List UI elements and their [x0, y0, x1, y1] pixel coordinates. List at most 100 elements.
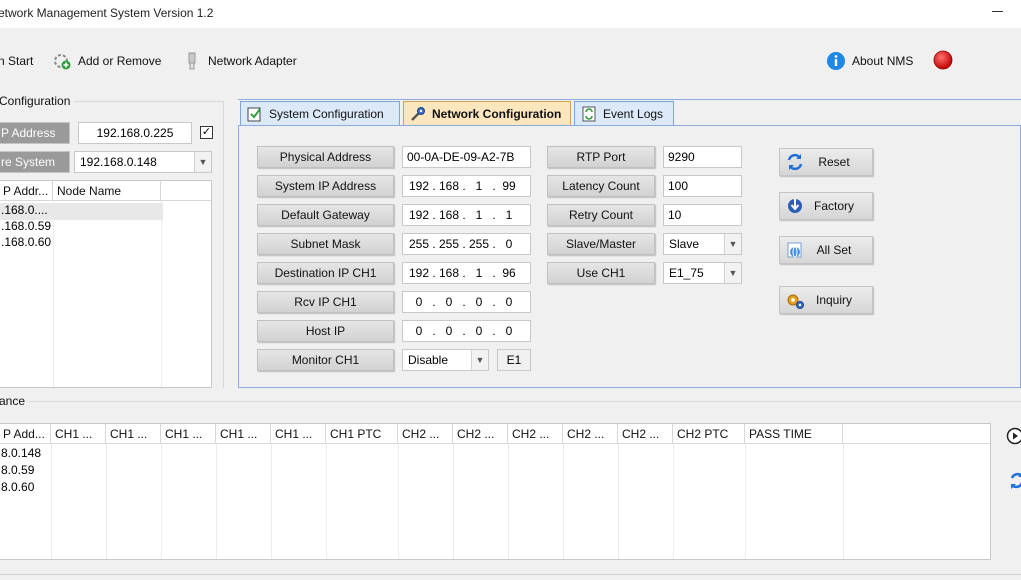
- chevron-down-icon: ▼: [194, 152, 211, 172]
- start-button[interactable]: n Start: [0, 50, 33, 72]
- network-adapter-icon: [182, 51, 202, 71]
- monitor-select[interactable]: Disable ▼: [402, 349, 489, 371]
- slave-master-label[interactable]: Slave/Master: [547, 233, 655, 255]
- rcv-ip-label[interactable]: Rcv IP CH1: [257, 291, 394, 313]
- ip-octet: 168: [438, 208, 460, 222]
- network-adapter-button[interactable]: Network Adapter: [182, 50, 297, 72]
- physical-address-field[interactable]: 00-0A-DE-09-A2-7B: [402, 146, 531, 168]
- tab-system-configuration[interactable]: System Configuration: [240, 101, 400, 125]
- network-adapter-label: Network Adapter: [208, 54, 297, 68]
- node-row-ip: .168.0.60: [1, 235, 52, 249]
- node-list[interactable]: P Addr... Node Name .168.0.... .168.0.59…: [0, 180, 212, 388]
- config-group-right-border: [223, 101, 224, 388]
- ip-octet: 1: [475, 179, 483, 193]
- use-ch-label[interactable]: Use CH1: [547, 262, 655, 284]
- system-select[interactable]: 192.168.0.148 ▼: [74, 151, 212, 173]
- ip-octet: 99: [502, 179, 516, 193]
- perf-col[interactable]: CH1 ...: [161, 424, 216, 444]
- perf-col[interactable]: CH2 ...: [398, 424, 453, 444]
- all-set-button[interactable]: All Set: [779, 236, 873, 264]
- ip-address-button[interactable]: P Address: [0, 122, 70, 144]
- latency-count-label[interactable]: Latency Count: [547, 175, 655, 197]
- rtp-port-field[interactable]: 9290: [663, 146, 742, 168]
- play-icon[interactable]: [1006, 427, 1021, 445]
- destination-ip-field[interactable]: 192. 168. 1. 96: [402, 262, 531, 284]
- system-button[interactable]: re System: [0, 151, 70, 173]
- default-gateway-field[interactable]: 192. 168. 1. 1: [402, 204, 531, 226]
- monitor-label[interactable]: Monitor CH1: [257, 349, 394, 371]
- perf-col[interactable]: CH1 ...: [216, 424, 271, 444]
- node-row[interactable]: .168.0....: [0, 203, 163, 220]
- tab-network-configuration[interactable]: Network Configuration: [403, 101, 571, 125]
- ip-octet: 168: [438, 179, 460, 193]
- stop-icon[interactable]: [933, 50, 953, 70]
- latency-count-field[interactable]: 100: [663, 175, 742, 197]
- perf-col-ip[interactable]: P Add...: [0, 424, 51, 444]
- system-ip-field[interactable]: 192. 168. 1. 99: [402, 175, 531, 197]
- rcv-ip-field[interactable]: 0. 0. 0. 0: [402, 291, 531, 313]
- slave-master-select[interactable]: Slave ▼: [663, 233, 742, 255]
- perf-col[interactable]: CH2 PTC: [673, 424, 745, 444]
- chevron-down-icon: ▼: [724, 263, 741, 283]
- subnet-mask-field[interactable]: 255. 255. 255. 0: [402, 233, 531, 255]
- perf-col[interactable]: CH1 ...: [106, 424, 161, 444]
- retry-count-label[interactable]: Retry Count: [547, 204, 655, 226]
- ip-octet: 1: [475, 266, 483, 280]
- factory-button[interactable]: Factory: [779, 192, 873, 220]
- node-row[interactable]: .168.0.60: [0, 235, 51, 252]
- reset-button[interactable]: Reset: [779, 148, 873, 176]
- perf-col[interactable]: CH2 ...: [618, 424, 673, 444]
- network-wrench-icon: [410, 106, 426, 122]
- perf-col[interactable]: CH2 ...: [508, 424, 563, 444]
- host-ip-field[interactable]: 0. 0. 0. 0: [402, 320, 531, 342]
- add-remove-label: Add or Remove: [78, 54, 162, 68]
- ip-octet: 0: [445, 324, 453, 338]
- physical-address-label[interactable]: Physical Address: [257, 146, 394, 168]
- rtp-port-label[interactable]: RTP Port: [547, 146, 655, 168]
- ip-octet: 96: [502, 266, 516, 280]
- subnet-mask-label[interactable]: Subnet Mask: [257, 233, 394, 255]
- perf-col[interactable]: CH1 ...: [51, 424, 106, 444]
- about-nms-button[interactable]: About NMS: [826, 50, 913, 72]
- ip-octet: 1: [475, 208, 483, 222]
- add-remove-icon: [52, 51, 72, 71]
- default-gateway-label[interactable]: Default Gateway: [257, 204, 394, 226]
- ip-octet: 192: [408, 179, 430, 193]
- ip-address-button-label: P Address: [1, 126, 56, 140]
- perf-col[interactable]: CH1 ...: [271, 424, 326, 444]
- performance-row[interactable]: 8.0.148: [0, 446, 41, 463]
- reset-label: Reset: [818, 155, 850, 169]
- perf-col[interactable]: CH2 ...: [563, 424, 618, 444]
- inquiry-button[interactable]: Inquiry: [779, 286, 873, 314]
- perf-col[interactable]: PASS TIME: [745, 424, 843, 444]
- performance-table[interactable]: P Add... CH1 ... CH1 ... CH1 ... CH1 ...…: [0, 423, 991, 560]
- inquiry-label: Inquiry: [815, 293, 853, 307]
- performance-row[interactable]: 8.0.60: [0, 480, 34, 497]
- bottom-border: [0, 574, 1021, 575]
- ip-octet: 0: [475, 295, 483, 309]
- ip-address-checkbox[interactable]: ✓: [200, 126, 213, 139]
- performance-row[interactable]: 8.0.59: [0, 463, 34, 480]
- config-group-label: Configuration: [0, 94, 75, 108]
- host-ip-label[interactable]: Host IP: [257, 320, 394, 342]
- system-button-label: re System: [1, 155, 56, 169]
- destination-ip-label[interactable]: Destination IP CH1: [257, 262, 394, 284]
- start-label: n Start: [0, 54, 34, 68]
- node-col-ip[interactable]: P Addr...: [0, 181, 53, 201]
- tab-event-logs[interactable]: Event Logs: [574, 101, 674, 125]
- add-remove-button[interactable]: Add or Remove: [52, 50, 161, 72]
- perf-col[interactable]: CH2 ...: [453, 424, 508, 444]
- use-ch-select[interactable]: E1_75 ▼: [663, 262, 742, 284]
- ip-octet: 255: [438, 237, 460, 251]
- ip-octet: 0: [505, 237, 513, 251]
- node-col-name[interactable]: Node Name: [53, 181, 161, 201]
- tab-event-logs-label: Event Logs: [603, 106, 664, 121]
- retry-count-field[interactable]: 10: [663, 204, 742, 226]
- system-ip-label[interactable]: System IP Address: [257, 175, 394, 197]
- performance-group-border: [0, 401, 1021, 402]
- refresh-icon[interactable]: [1008, 470, 1021, 490]
- node-row[interactable]: .168.0.59: [0, 219, 51, 236]
- minimize-button[interactable]: [990, 2, 1006, 18]
- perf-col[interactable]: CH1 PTC: [326, 424, 398, 444]
- ip-octet: 0: [445, 295, 453, 309]
